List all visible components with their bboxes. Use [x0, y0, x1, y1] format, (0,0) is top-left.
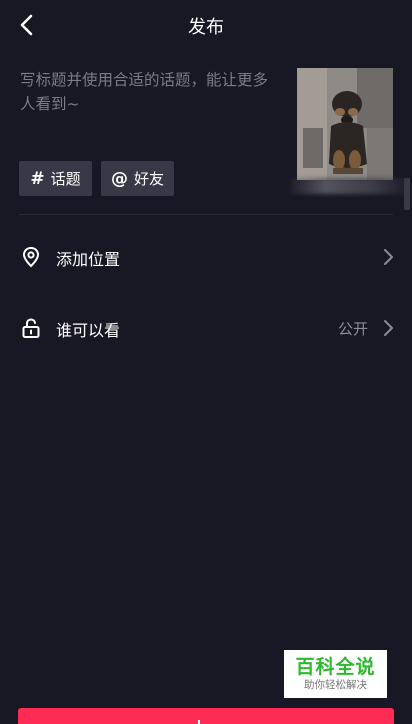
mention-friend-button[interactable]: @ 好友 [101, 161, 174, 196]
dog-photo-image [297, 68, 393, 180]
visibility-value: 公开 [337, 320, 368, 338]
watermark-subtitle: 助你轻松解决 [304, 679, 367, 691]
add-location-label: 添加位置 [56, 250, 121, 269]
publish-screen: 发布 写标题并使用合适的话题，能让更多人看到~ # 话题 @ 好友 添加位置 谁… [0, 0, 412, 724]
unlock-icon [22, 318, 40, 338]
add-location-row[interactable]: 添加位置 [0, 229, 412, 285]
header: 发布 [0, 0, 412, 50]
friend-label: 好友 [133, 170, 164, 188]
caption-input[interactable]: 写标题并使用合适的话题，能让更多人看到~ [20, 68, 282, 116]
publish-button[interactable] [18, 708, 394, 724]
video-thumbnail[interactable] [297, 68, 393, 180]
blurred-area [290, 178, 408, 194]
divider [19, 214, 393, 215]
topic-label: 话题 [50, 170, 81, 188]
watermark-title: 百科全说 [295, 656, 376, 678]
watermark-logo: 百科全说 助你轻松解决 [284, 650, 387, 698]
who-can-see-row[interactable]: 谁可以看 公开 [0, 300, 412, 356]
chevron-right-icon [384, 320, 393, 336]
topic-button[interactable]: # 话题 [19, 161, 92, 196]
scrollbar [404, 178, 410, 210]
location-pin-icon [22, 246, 40, 268]
chevron-right-icon [384, 249, 393, 265]
hashtag-icon: # [30, 168, 45, 189]
at-icon: @ [110, 168, 128, 189]
who-can-see-label: 谁可以看 [56, 321, 121, 340]
page-title: 发布 [188, 17, 224, 38]
